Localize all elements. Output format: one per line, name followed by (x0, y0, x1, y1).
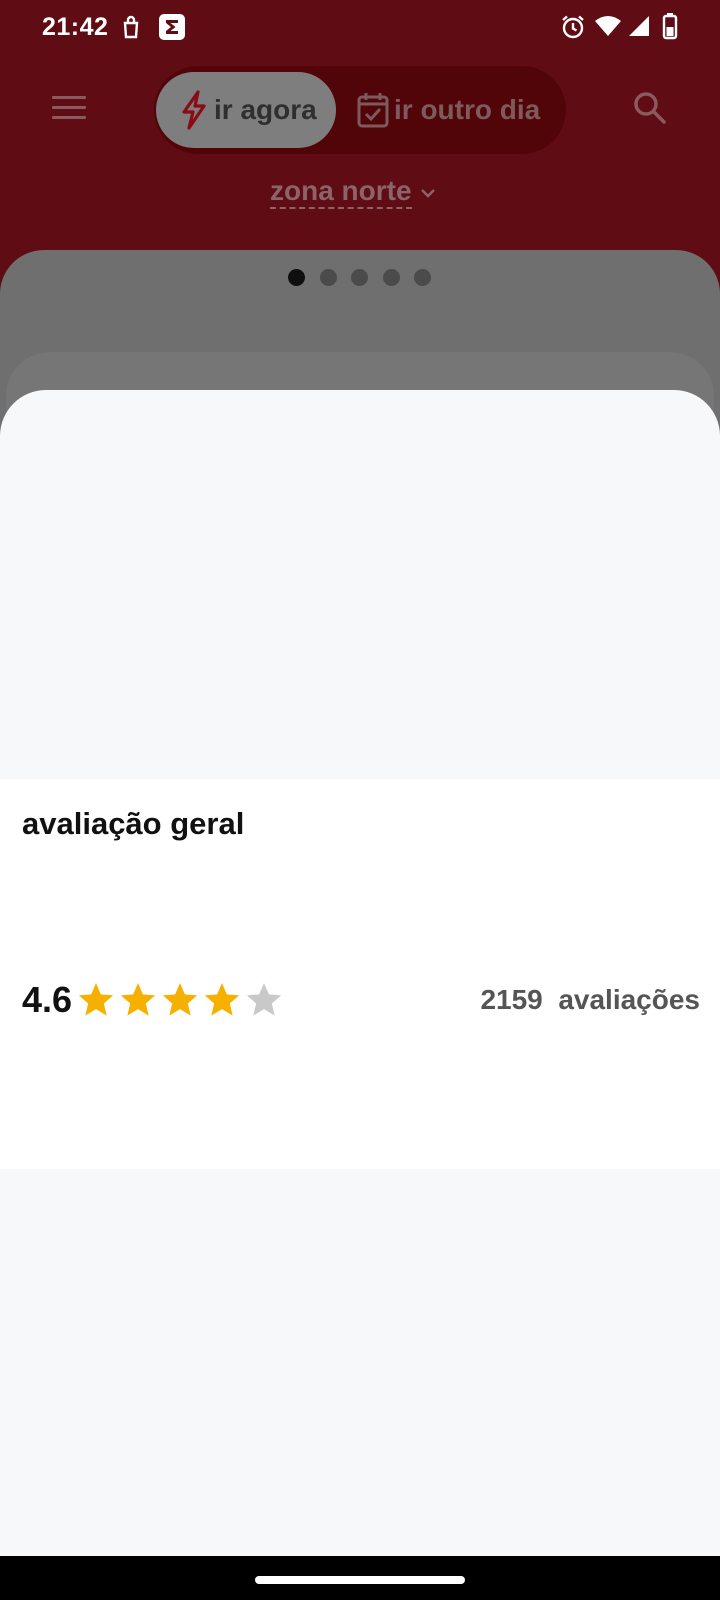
alarm-icon (562, 15, 584, 39)
mode-option-label: ir outro dia (394, 94, 541, 125)
carousel-indicator (288, 269, 446, 286)
zone-selector[interactable]: zona norte (270, 176, 436, 209)
star-empty-icon (246, 983, 282, 1016)
mode-option-label: ir agora (214, 94, 317, 125)
rating-count-label: avaliações (558, 984, 700, 1015)
wifi-icon (595, 16, 621, 36)
carousel-dot (382, 269, 400, 286)
carousel-dot (319, 269, 337, 286)
star-rating (76, 980, 286, 1020)
calendar-check-icon (357, 93, 389, 128)
chevron-down-icon (420, 188, 435, 198)
rating-value: 4.6 (22, 979, 73, 1020)
status-time: 21:42 (42, 13, 109, 41)
zone-label: zona norte (270, 176, 412, 209)
star-filled-icon (162, 983, 198, 1016)
signal-icon (629, 16, 649, 36)
star-filled-icon (78, 983, 114, 1016)
rating-title: avaliação geral (22, 806, 245, 841)
menu-icon[interactable] (52, 96, 86, 120)
rating-count-number: 2159 (480, 984, 543, 1015)
rating-count: 2159 avaliações (480, 984, 700, 1016)
carousel-dot-active (288, 269, 305, 286)
mode-toggle: ir agora ir outro dia (154, 66, 566, 154)
battery-icon (662, 13, 678, 40)
mode-option-go-now[interactable]: ir agora (156, 72, 336, 148)
mode-option-other-day[interactable]: ir outro dia (352, 72, 562, 148)
rating-bottom-sheet: avaliação geral 4.6 2159 avaliações (0, 390, 720, 1556)
rating-summary: 4.6 2159 avaliações (22, 978, 700, 1022)
lightning-icon (182, 90, 206, 130)
sigma-icon (159, 14, 185, 40)
star-filled-icon (204, 983, 240, 1016)
bag-icon (123, 15, 139, 39)
search-icon[interactable] (632, 90, 668, 126)
star-filled-icon (120, 983, 156, 1016)
carousel-dot (351, 269, 368, 286)
carousel-dot (414, 269, 431, 286)
home-gesture-handle[interactable] (255, 1576, 465, 1584)
status-bar: 21:42 (0, 0, 720, 56)
